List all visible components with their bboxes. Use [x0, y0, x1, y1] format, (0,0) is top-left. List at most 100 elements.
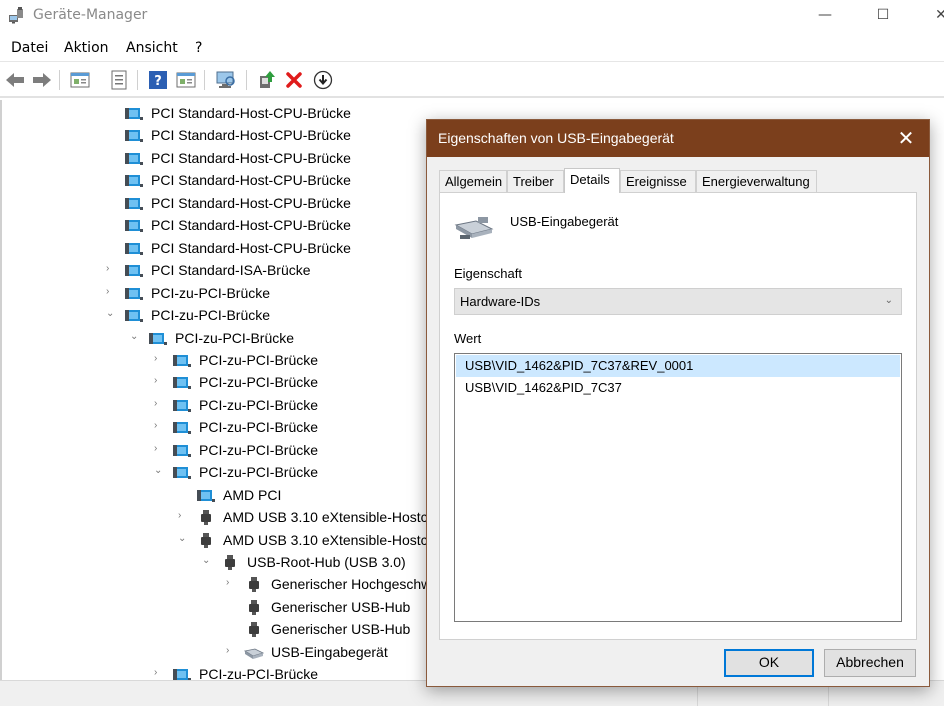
tree-row-label: PCI-zu-PCI-Brücke	[175, 329, 295, 346]
menu-aktion[interactable]: Aktion	[64, 40, 109, 56]
scan-hardware-icon[interactable]	[215, 69, 237, 91]
property-label: Eigenschaft	[454, 266, 522, 281]
update-driver-icon[interactable]	[255, 69, 277, 91]
usb-device-icon	[249, 577, 259, 593]
back-icon[interactable]	[4, 69, 26, 91]
title-bar: Geräte-Manager — ☐ ✕	[0, 0, 944, 32]
usb-device-icon	[201, 510, 211, 526]
dialog-title: Eigenschaften von USB-Eingabegerät	[438, 130, 674, 146]
pci-device-icon	[125, 152, 143, 165]
device-manager-window: Geräte-Manager — ☐ ✕ Datei Aktion Ansich…	[0, 0, 944, 706]
expand-chevron-icon[interactable]: ›	[226, 578, 236, 588]
cancel-button[interactable]: Abbrechen	[824, 649, 916, 677]
expand-chevron-icon[interactable]	[106, 219, 116, 229]
pci-device-icon	[125, 287, 143, 300]
dialog-title-bar: Eigenschaften von USB-Eingabegerät ✕	[427, 120, 929, 157]
tree-row-label: USB-Eingabegerät	[271, 643, 388, 660]
expand-chevron-icon[interactable]	[106, 197, 116, 207]
pci-device-icon	[173, 354, 191, 367]
close-button[interactable]: ✕	[918, 0, 944, 32]
hid-device-icon	[244, 648, 264, 659]
tab-ereignisse[interactable]: Ereignisse	[620, 170, 696, 192]
maximize-button[interactable]: ☐	[860, 0, 906, 32]
tree-row-label: PCI Standard-Host-CPU-Brücke	[151, 149, 351, 166]
disable-icon[interactable]	[312, 69, 334, 91]
menu-bar: Datei Aktion Ansicht ?	[0, 36, 944, 62]
expand-chevron-icon[interactable]: ⌄	[130, 331, 140, 342]
value-list-item[interactable]: USB\VID_1462&PID_7C37&REV_0001	[456, 355, 900, 377]
tree-row-label: AMD USB 3.10 eXtensible-Hostc	[223, 531, 428, 548]
properties-dialog: Eigenschaften von USB-Eingabegerät ✕ All…	[426, 119, 930, 687]
pci-device-icon	[125, 242, 143, 255]
expand-chevron-icon[interactable]: ›	[106, 264, 116, 274]
toolbar-separator	[204, 70, 205, 90]
tree-row-label: PCI-zu-PCI-Brücke	[199, 396, 319, 413]
expand-chevron-icon[interactable]: ›	[226, 645, 236, 656]
tab-details[interactable]: Details	[564, 168, 620, 193]
pci-device-icon	[173, 669, 191, 680]
ok-button[interactable]: OK	[724, 649, 814, 677]
dialog-close-icon[interactable]: ✕	[883, 120, 929, 157]
pci-device-icon	[125, 175, 143, 188]
svg-text:?: ?	[154, 74, 162, 89]
expand-chevron-icon[interactable]	[106, 174, 116, 184]
pci-device-icon	[173, 467, 191, 480]
tab-allgemein[interactable]: Allgemein	[439, 170, 507, 192]
property-dropdown[interactable]: Hardware-IDs ⌄	[454, 288, 902, 315]
tree-row-label: PCI-zu-PCI-Brücke	[199, 351, 319, 368]
pci-device-icon	[125, 265, 143, 278]
pci-device-icon	[125, 310, 143, 323]
expand-chevron-icon[interactable]	[106, 129, 116, 139]
expand-chevron-icon[interactable]	[226, 601, 236, 611]
expand-chevron-icon[interactable]: ›	[154, 376, 164, 386]
expand-chevron-icon[interactable]: ›	[178, 511, 188, 521]
expand-chevron-icon[interactable]	[106, 242, 116, 252]
help-icon[interactable]: ?	[147, 69, 169, 91]
pci-device-icon	[197, 489, 215, 502]
menu-datei[interactable]: Datei	[11, 40, 48, 56]
tree-row-label: PCI Standard-Host-CPU-Brücke	[151, 127, 351, 144]
expand-chevron-icon[interactable]	[106, 107, 116, 117]
tree-row-label: PCI Standard-Host-CPU-Brücke	[151, 217, 351, 234]
expand-chevron-icon[interactable]: ›	[106, 286, 116, 297]
expand-chevron-icon[interactable]: ⌄	[106, 309, 116, 319]
pci-device-icon	[173, 377, 191, 390]
pci-device-icon	[125, 130, 143, 143]
view-icon[interactable]	[175, 69, 197, 91]
pci-device-icon	[149, 332, 167, 345]
value-list[interactable]: USB\VID_1462&PID_7C37&REV_0001 USB\VID_1…	[454, 353, 902, 622]
toolbar-separator	[137, 70, 138, 90]
tab-treiber[interactable]: Treiber	[507, 170, 564, 192]
menu-ansicht[interactable]: Ansicht	[126, 40, 178, 56]
expand-chevron-icon[interactable]	[226, 623, 236, 633]
value-list-item[interactable]: USB\VID_1462&PID_7C37	[456, 377, 900, 399]
menu-help[interactable]: ?	[195, 40, 202, 56]
tree-row-label: PCI Standard-ISA-Brücke	[151, 262, 311, 279]
device-list-icon[interactable]	[108, 69, 130, 91]
expand-chevron-icon[interactable]: ⌄	[178, 533, 188, 544]
usb-device-icon	[249, 622, 259, 638]
toolbar-separator	[59, 70, 60, 90]
forward-icon[interactable]	[31, 69, 53, 91]
expand-chevron-icon[interactable]	[106, 152, 116, 162]
expand-chevron-icon[interactable]: ⌄	[154, 466, 164, 476]
minimize-button[interactable]: —	[802, 0, 848, 32]
expand-chevron-icon[interactable]	[178, 489, 188, 499]
uninstall-icon[interactable]	[283, 69, 305, 91]
expand-chevron-icon[interactable]: ›	[154, 668, 164, 678]
tree-row-label: PCI-zu-PCI-Brücke	[199, 666, 319, 680]
properties-view-icon[interactable]	[69, 69, 91, 91]
chevron-down-icon: ⌄	[884, 295, 893, 306]
pci-device-icon	[173, 399, 191, 412]
expand-chevron-icon[interactable]: ›	[154, 421, 164, 431]
pci-device-icon	[125, 108, 143, 120]
expand-chevron-icon[interactable]: ›	[154, 353, 164, 364]
expand-chevron-icon[interactable]: ⌄	[202, 556, 212, 566]
tree-row-label: AMD PCI	[223, 486, 282, 503]
pci-device-icon	[125, 220, 143, 233]
tab-energieverwaltung[interactable]: Energieverwaltung	[696, 170, 817, 192]
expand-chevron-icon[interactable]: ›	[154, 443, 164, 454]
device-name: USB-Eingabegerät	[510, 214, 619, 229]
tree-row-label: PCI-zu-PCI-Brücke	[199, 419, 319, 436]
expand-chevron-icon[interactable]: ›	[154, 398, 164, 409]
